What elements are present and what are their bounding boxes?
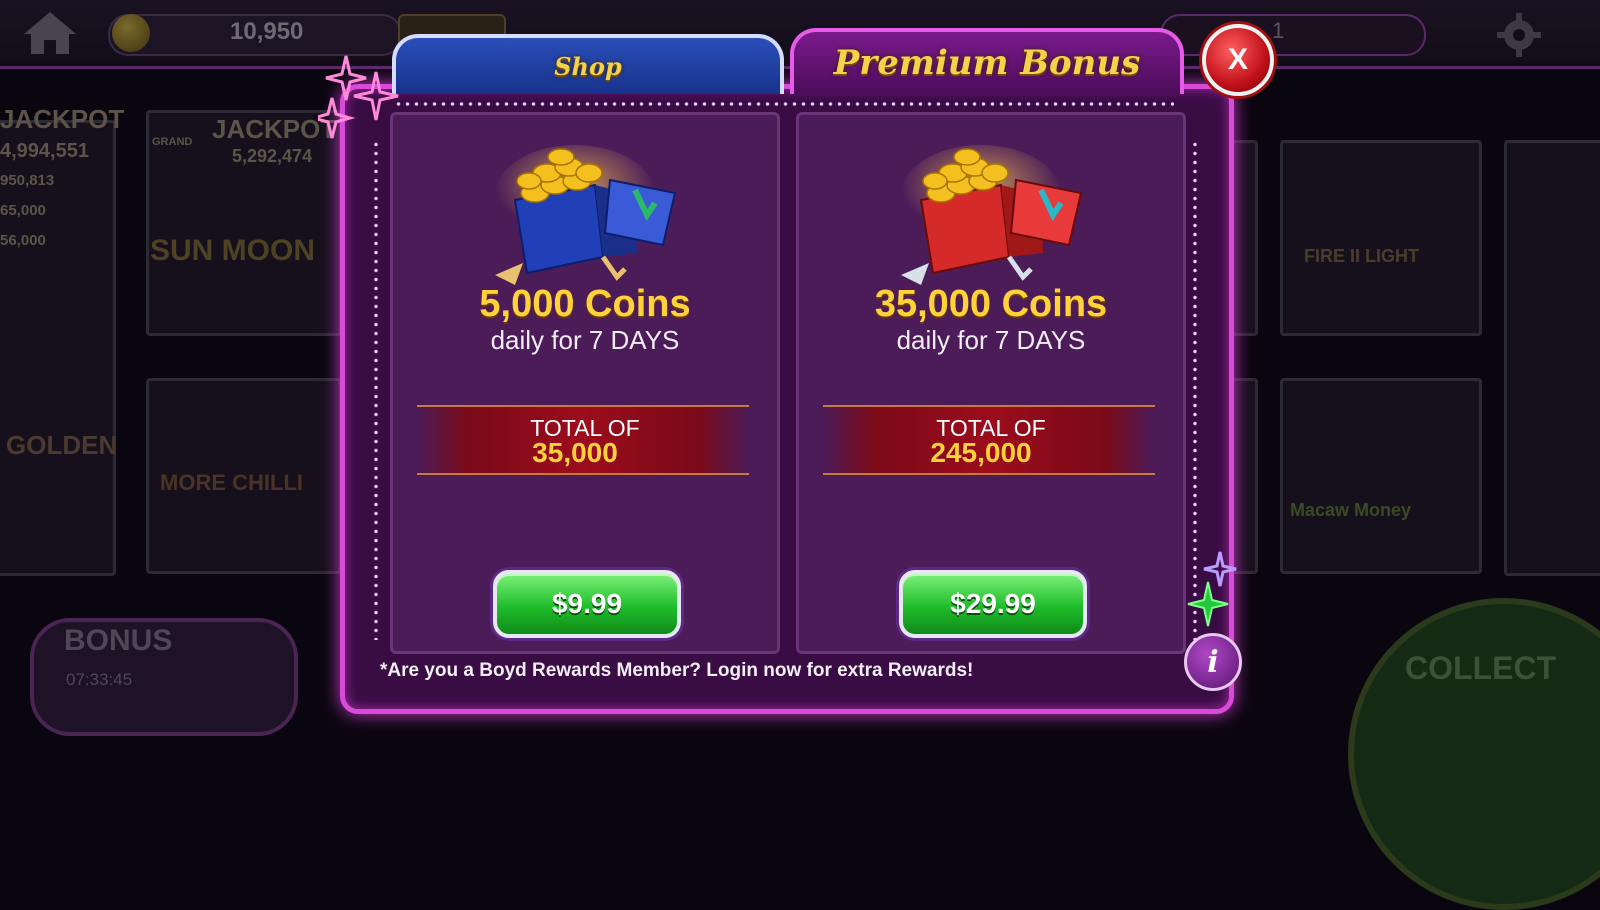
buy-button-29-99[interactable]: $29.99: [899, 570, 1087, 638]
tab-shop-label: Shop: [554, 51, 622, 81]
offer-card: 35,000 Coins daily for 7 DAYS TOTAL OF 2…: [796, 112, 1186, 654]
tab-shop[interactable]: Shop: [392, 34, 784, 94]
offer-coins: 5,000 Coins: [479, 283, 691, 325]
tab-premium-bonus-label: Premium Bonus: [833, 43, 1141, 83]
buy-button-9-99[interactable]: $9.99: [493, 570, 681, 638]
game-tile-fire-light[interactable]: [1280, 140, 1482, 336]
tab-premium-bonus[interactable]: Premium Bonus: [790, 28, 1184, 94]
game-title-fire-light: FIRE II LIGHT: [1304, 246, 1419, 266]
marquee-lights: [394, 102, 1174, 106]
coin-balance: 10,950: [230, 18, 304, 45]
collect-label: COLLECT: [1405, 650, 1557, 686]
total-value: 35,000: [532, 437, 618, 468]
jackpot-sub-value: 56,000: [0, 232, 46, 249]
coin-icon: [112, 14, 150, 52]
gift-box-blue-icon: [495, 145, 677, 285]
jackpot-value: 4,994,551: [0, 140, 89, 162]
home-icon[interactable]: [22, 10, 78, 56]
game-title-macaw-money: Macaw Money: [1290, 500, 1412, 520]
total-value: 245,000: [930, 437, 1032, 468]
offer-card: 5,000 Coins daily for 7 DAYS TOTAL OF 35…: [390, 112, 780, 654]
offer-period: daily for 7 DAYS: [896, 325, 1086, 355]
price-label: $9.99: [551, 588, 623, 619]
gift-box-red-icon: [901, 145, 1083, 285]
level-counter: 1: [1272, 18, 1285, 43]
jackpot-label: JACKPOT: [0, 104, 125, 134]
bonus-timer: 07:33:45: [66, 670, 133, 689]
marquee-lights: [374, 140, 378, 640]
grand-label: GRAND: [152, 136, 193, 148]
collect-button[interactable]: [1348, 598, 1600, 910]
boyd-rewards-link[interactable]: *Are you a Boyd Rewards Member? Login no…: [380, 660, 973, 682]
jackpot-value: 5,292,474: [232, 146, 313, 166]
offer-coins: 35,000 Coins: [874, 283, 1108, 325]
level-progress-bar: [1160, 14, 1426, 56]
sparkle-icon: [1187, 551, 1237, 627]
close-button[interactable]: X: [1202, 24, 1274, 96]
jackpot-sub-value: 65,000: [0, 202, 46, 219]
game-title-sun-moon: SUN MOON: [150, 234, 315, 267]
jackpot-sub-value: 950,813: [0, 172, 55, 189]
offer-period: daily for 7 DAYS: [490, 325, 680, 355]
close-icon: X: [1227, 43, 1248, 76]
bonus-label: BONUS: [64, 624, 173, 657]
game-tile-right[interactable]: [1504, 140, 1600, 576]
gear-icon[interactable]: [1496, 12, 1542, 58]
game-title-golden: GOLDEN: [6, 430, 118, 460]
info-icon: i: [1207, 644, 1219, 680]
game-title-more-chilli: MORE CHILLI: [160, 470, 303, 495]
price-label: $29.99: [950, 588, 1036, 619]
info-button[interactable]: i: [1184, 633, 1242, 691]
game-tile-macaw-money[interactable]: [1280, 378, 1482, 574]
